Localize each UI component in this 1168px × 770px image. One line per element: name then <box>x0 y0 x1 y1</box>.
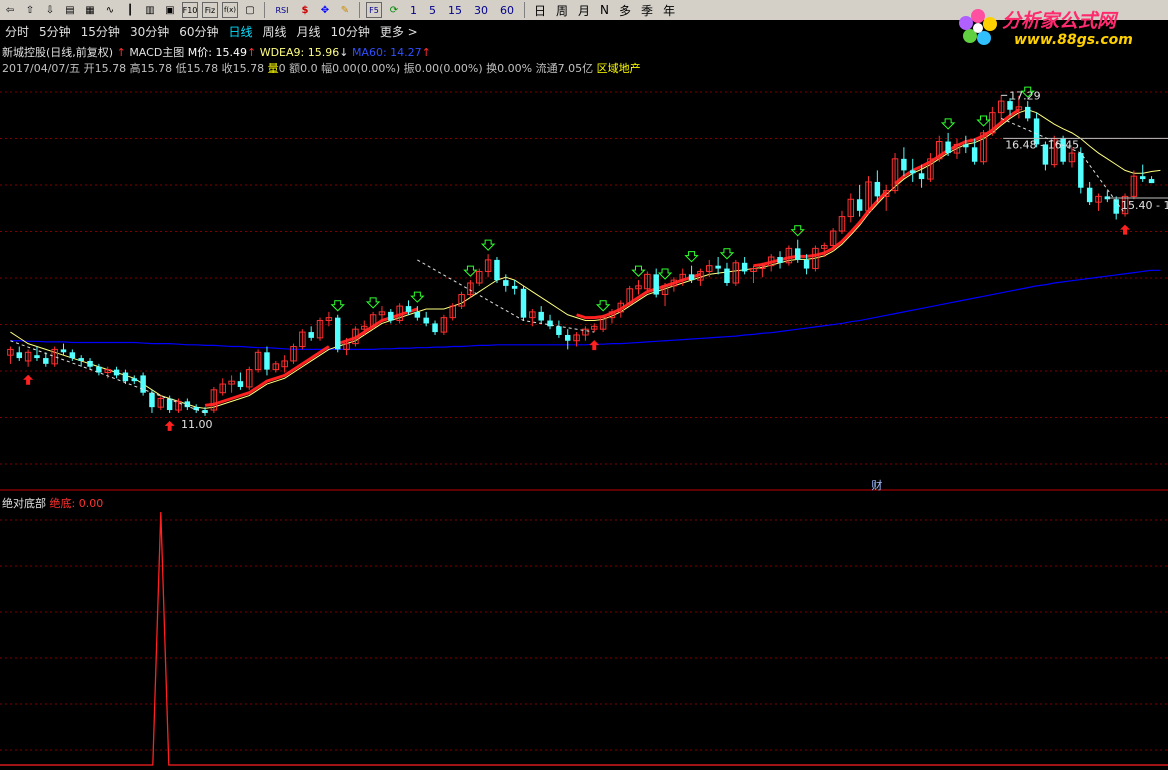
candle-body <box>69 352 76 359</box>
candle-body <box>653 274 659 295</box>
candle-body <box>16 352 23 359</box>
candle-body <box>414 311 421 318</box>
candle-body <box>140 375 146 393</box>
down-arrow-icon <box>940 118 956 130</box>
down-arrow-icon <box>330 300 345 312</box>
kline-chart[interactable]: 17.29 11.00 16.48 - 16.45 15.40 - 15. 财 <box>0 0 1168 770</box>
sub-chart-legend: 绝对底部 绝底: 0.00 <box>2 495 103 511</box>
candle-body <box>131 378 138 382</box>
candle-body <box>741 262 748 272</box>
down-arrow-icon <box>463 265 478 277</box>
candle-body <box>237 381 244 387</box>
down-arrow-icon <box>631 265 646 277</box>
candle-body <box>1024 106 1031 119</box>
down-arrow-icon <box>719 248 735 260</box>
sub-indicator-polyline <box>0 511 1168 766</box>
candle-body <box>777 257 783 263</box>
sub-indicator-name: 绝对底部 <box>2 497 46 510</box>
candle-body <box>1086 187 1093 203</box>
candle-body <box>715 265 721 269</box>
candle-body <box>503 280 509 286</box>
m-price-segment <box>753 190 888 268</box>
candle-body <box>113 369 120 376</box>
candle-body <box>918 173 925 180</box>
dashed-trend-line <box>1000 117 1126 214</box>
up-arrow-icon <box>1120 224 1131 235</box>
candle-body <box>432 323 438 333</box>
down-arrow-icon <box>480 239 496 251</box>
down-arrow-icon <box>410 291 425 303</box>
candle-body <box>149 392 155 408</box>
candle-body <box>78 358 84 361</box>
candle-body <box>87 360 93 367</box>
candle-body <box>856 199 863 211</box>
chart-grid <box>0 91 1168 751</box>
up-arrow-icon <box>164 420 175 431</box>
ma-short-polyline <box>10 109 1161 409</box>
candle-body <box>1139 176 1146 180</box>
high-price-label: 17.29 <box>1009 89 1041 102</box>
finance-marker[interactable]: 财 <box>871 478 882 492</box>
candles <box>7 95 1155 416</box>
candle-body <box>405 306 412 312</box>
ma-short-line <box>10 109 1161 409</box>
candle-body <box>874 181 881 197</box>
down-arrow-icon <box>790 225 805 237</box>
sub-indicator-value: 绝底: 0.00 <box>49 497 104 510</box>
candle-body <box>971 147 978 162</box>
down-arrow-icon <box>595 300 611 312</box>
signal-markers <box>10 86 1168 431</box>
candle-body <box>494 259 500 281</box>
candle-body <box>724 268 730 283</box>
candle-body <box>901 158 907 171</box>
candle-body <box>794 248 801 260</box>
candle-body <box>520 288 527 318</box>
up-arrow-icon <box>23 374 34 385</box>
candle-body <box>43 358 49 364</box>
lower-range-label: 15.40 - 15. <box>1121 199 1168 212</box>
candle-body <box>166 398 173 411</box>
sub-indicator-line <box>0 511 1168 766</box>
candle-body <box>688 274 695 281</box>
candle-body <box>34 355 40 359</box>
candle-body <box>538 311 544 321</box>
candle-body <box>334 317 341 350</box>
candle-body <box>264 352 270 370</box>
candle-body <box>122 372 129 382</box>
candle-body <box>1007 101 1013 110</box>
down-arrow-icon <box>684 251 699 263</box>
candle-body <box>803 259 810 269</box>
candle-body <box>60 349 67 353</box>
candle-body <box>1148 179 1155 184</box>
up-arrow-icon <box>589 340 600 351</box>
candle-body <box>909 170 916 174</box>
candle-body <box>388 311 394 321</box>
candle-body <box>945 141 951 154</box>
candle-body <box>308 332 314 338</box>
candle-body <box>1078 153 1084 188</box>
candle-body <box>423 317 429 324</box>
m-price-line <box>204 108 1020 407</box>
upper-range-label: 16.48 - 16.45 <box>1005 138 1079 151</box>
down-arrow-icon <box>976 115 991 127</box>
candle-body <box>963 144 969 148</box>
candle-body <box>556 326 562 335</box>
down-arrow-icon <box>365 297 381 309</box>
candle-body <box>564 334 571 341</box>
price-annotations: 17.29 11.00 16.48 - 16.45 15.40 - 15. 财 <box>181 89 1168 492</box>
candle-body <box>511 285 518 289</box>
low-price-label: 11.00 <box>181 418 213 431</box>
